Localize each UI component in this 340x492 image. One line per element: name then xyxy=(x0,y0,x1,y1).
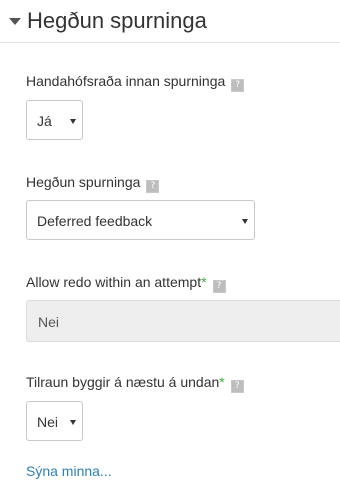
behaviour-label-row: Hegðun spurninga? xyxy=(26,173,160,193)
shuffle-label: Handahófsraða innan spurninga xyxy=(26,73,226,89)
section-header-toggle[interactable]: Hegðun spurninga xyxy=(0,0,340,43)
shuffle-label-row: Handahófsraða innan spurninga? xyxy=(26,72,245,92)
redo-value: Nei xyxy=(38,314,60,330)
chevron-down-icon xyxy=(70,119,76,124)
build-on-last-label-row: Tilraun byggir á næstu á undan*? xyxy=(26,373,244,393)
collapse-caret-icon[interactable] xyxy=(9,18,21,25)
required-marker: * xyxy=(201,274,207,290)
redo-static-value-box: Nei xyxy=(26,300,340,342)
build-on-last-help-icon[interactable]: ? xyxy=(230,380,244,393)
redo-label: Allow redo within an attempt xyxy=(26,274,202,290)
build-on-last-select-value: Nei xyxy=(37,414,59,430)
behaviour-label: Hegðun spurninga xyxy=(26,174,141,190)
chevron-down-icon xyxy=(242,219,248,224)
shuffle-help-icon[interactable]: ? xyxy=(231,79,245,92)
build-on-last-label: Tilraun byggir á næstu á undan xyxy=(26,374,220,390)
redo-label-row: Allow redo within an attempt*? xyxy=(26,273,226,293)
section-title: Hegðun spurninga xyxy=(27,8,207,33)
shuffle-select-value: Já xyxy=(37,113,52,129)
show-less-link[interactable]: Sýna minna... xyxy=(26,462,112,480)
required-marker: * xyxy=(219,374,225,390)
shuffle-select[interactable]: Já xyxy=(26,100,83,140)
build-on-last-select[interactable]: Nei xyxy=(26,401,83,441)
behaviour-select-value: Deferred feedback xyxy=(37,213,153,229)
redo-help-icon[interactable]: ? xyxy=(212,280,226,293)
behaviour-help-icon[interactable]: ? xyxy=(146,180,160,193)
chevron-down-icon xyxy=(70,420,76,425)
behaviour-select[interactable]: Deferred feedback xyxy=(26,200,255,240)
